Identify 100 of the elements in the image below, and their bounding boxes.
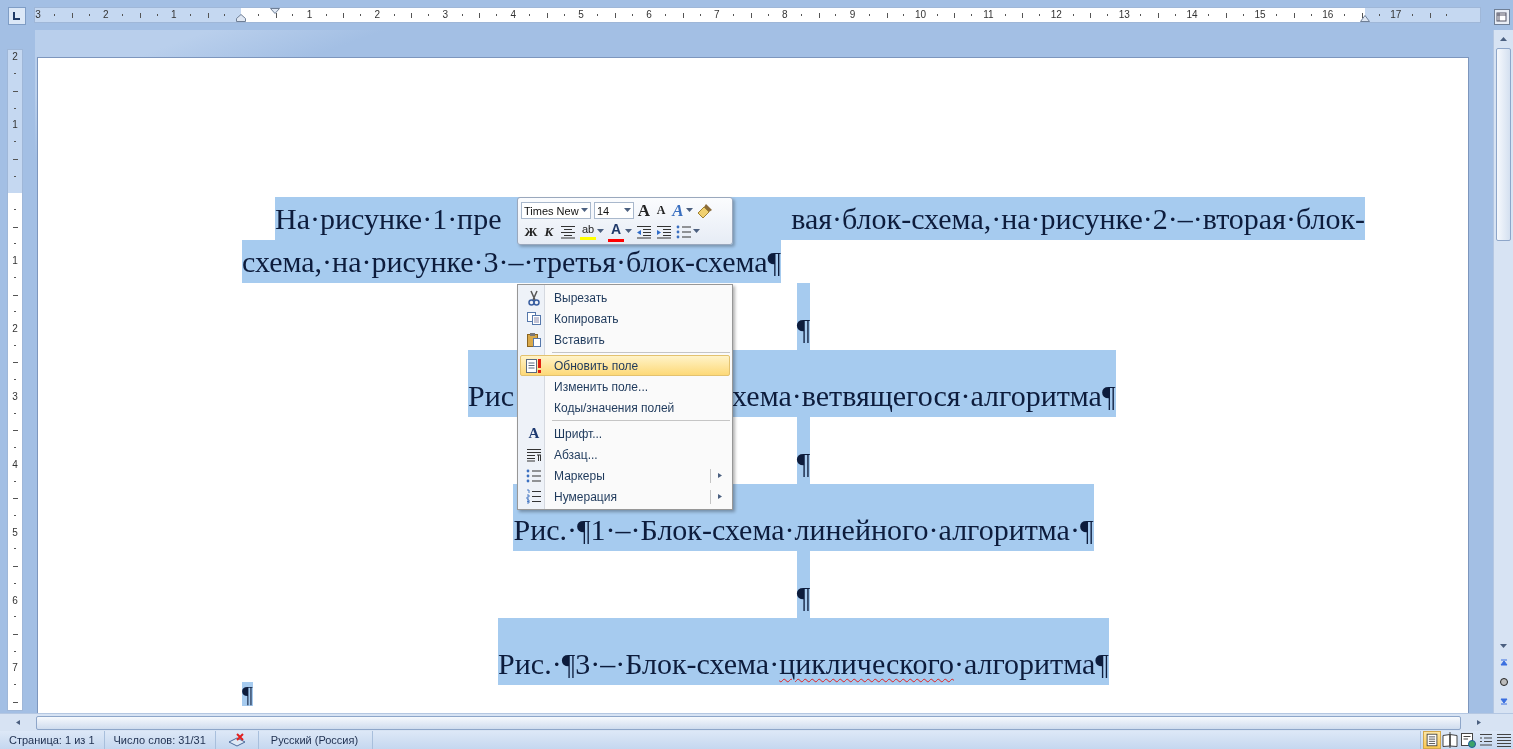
down-arrow-icon[interactable] [1500,644,1507,649]
hanging-indent-marker[interactable] [236,14,246,22]
bullets-icon [526,468,542,483]
up-arrow-icon[interactable] [1500,36,1507,41]
font-color-button[interactable]: A [608,221,624,242]
menu-item[interactable]: Вырезать [520,287,730,308]
format-painter-icon[interactable] [696,201,714,220]
menu-item[interactable]: Абзац... [520,444,730,465]
view-outline-button[interactable] [1477,731,1495,749]
numbering-icon [526,489,542,504]
ruler-number: 6 [646,9,652,20]
ruler-number: 2 [374,9,381,20]
decrease-indent-icon[interactable] [636,224,652,239]
scissors-icon [527,289,541,306]
menu-item[interactable]: Маркеры [520,465,730,486]
view-print-button[interactable] [1423,731,1441,749]
grow-font-button[interactable]: A [637,200,651,221]
increase-indent-icon[interactable] [656,224,672,239]
dropdown-arrow-icon[interactable] [624,208,631,213]
menu-item[interactable]: Обновить поле [520,355,730,376]
paragraph-mark: ¶ [796,445,811,481]
paragraph-mark: ¶ [796,311,811,347]
paragraph-mark: ¶ [242,681,253,707]
dropdown-arrow-icon[interactable] [597,229,604,234]
first-line-indent-marker[interactable] [270,8,280,14]
clipboard-icon [526,331,542,348]
right-arrow-icon[interactable] [1475,720,1483,725]
font-icon: A [528,425,540,442]
body-text: На·рисунке·1·пре [275,201,502,237]
caption-text: Рис.·¶1·–·Блок-схема·линейного·алгоритма·¶ [513,512,1094,548]
view-reading-button[interactable] [1441,731,1459,749]
menu-item[interactable]: A Шрифт... [520,423,730,444]
menu-item[interactable]: Вставить [520,329,730,350]
previous-page-icon[interactable] [1498,659,1509,669]
menu-item[interactable]: Изменить поле... [520,376,730,397]
update-field-icon [525,357,543,374]
dropdown-arrow-icon[interactable] [625,229,632,234]
submenu-arrow-icon[interactable] [717,473,724,478]
language-label[interactable]: Русский (Россия) [270,734,359,746]
bullets-icon[interactable] [676,224,692,239]
ruler-number: 13 [1118,9,1130,20]
ruler-number: 15 [1254,9,1266,20]
proofing-icon[interactable] [227,733,246,747]
ruler-number: 16 [1322,9,1334,20]
menu-item[interactable]: Нумерация [520,486,730,507]
ruler-number: 2 [12,323,18,334]
ruler-number: 3 [442,9,449,20]
paragraph-icon [526,447,542,462]
ruler-number: 9 [849,9,856,20]
ruler-number: 3 [35,9,41,20]
browse-object-icon[interactable] [1498,677,1509,687]
ruler-number: 7 [714,9,720,20]
view-draft-button[interactable] [1495,731,1513,749]
italic-button[interactable]: К [542,223,556,240]
bold-button[interactable]: Ж [524,223,538,240]
body-text: вая·блок-схема,·на·рисунке·2·–·вторая·блок- [791,201,1365,237]
caption-text: Рис.·¶3·–·Блок-схема·циклического·алгоритма¶ [498,646,1109,682]
align-center-icon[interactable] [560,224,576,239]
ruler-number: 6 [12,594,18,606]
ruler-number: 8 [781,9,788,20]
ruler-number: 1 [306,9,313,20]
right-indent-marker[interactable] [1360,15,1370,22]
ruler-number: 1 [170,9,177,20]
font-name-field[interactable]: Times New [521,202,591,219]
caption-text: хема·ветвящегося·алгоритма¶ [732,378,1116,414]
scroll-thumb[interactable] [36,715,1461,730]
ruler-number: 3 [12,390,18,402]
ruler-number: 14 [1186,9,1198,20]
submenu-arrow-icon[interactable] [717,494,724,499]
ruler-number: 1 [12,119,18,131]
ruler-number: 7 [12,662,18,674]
next-page-icon[interactable] [1498,695,1509,705]
ruler-number: 5 [578,9,584,20]
left-arrow-icon[interactable] [14,720,22,725]
paragraph-mark: ¶ [796,579,811,615]
ruler-number: 11 [983,9,994,20]
view-ruler-icon[interactable] [1494,9,1510,25]
menu-item[interactable]: Коды/значения полей [520,397,730,418]
word-count[interactable]: Число слов: 31/31 [113,734,206,746]
ruler-number: 2 [12,51,18,63]
scroll-thumb[interactable] [1496,48,1511,241]
shrink-font-button[interactable]: A [654,203,668,218]
dropdown-arrow-icon[interactable] [686,208,693,213]
dropdown-arrow-icon[interactable] [581,208,588,213]
ruler-number: 2 [103,9,109,20]
dropdown-arrow-icon[interactable] [693,229,700,234]
caption-text: Рис [468,378,515,414]
styles-button[interactable]: A [671,200,685,221]
tab-stop-icon[interactable] [8,7,26,25]
ruler-number: 12 [1050,9,1062,20]
highlight-button[interactable]: ab [580,223,596,240]
copy-icon [526,311,542,326]
ruler-number: 4 [510,9,516,20]
page-count[interactable]: Страница: 1 из 1 [9,734,95,746]
font-size-field[interactable]: 14 [594,202,634,219]
ruler-number: 10 [914,9,927,20]
menu-item[interactable]: Копировать [520,308,730,329]
ruler-number: 17 [1390,9,1402,20]
ruler-number: 1 [12,255,18,267]
view-web-button[interactable] [1459,731,1477,749]
